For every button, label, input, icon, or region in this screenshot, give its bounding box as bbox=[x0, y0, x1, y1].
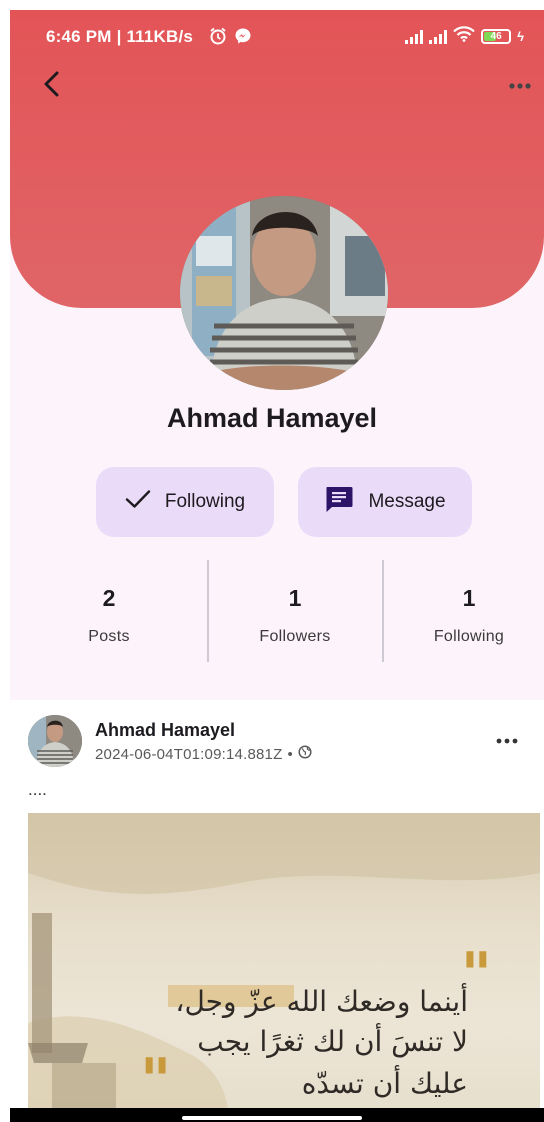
alarm-icon bbox=[208, 26, 228, 51]
wifi-icon bbox=[453, 26, 475, 47]
profile-screen: 6:46 PM | 111KB/s 46 ϟ Ahmad Hamayel Fol… bbox=[0, 0, 544, 1122]
stat-value: 1 bbox=[462, 585, 476, 611]
stat-posts[interactable]: 2 Posts bbox=[34, 585, 184, 646]
home-gesture-handle[interactable] bbox=[182, 1116, 362, 1120]
charging-icon: ϟ bbox=[517, 29, 524, 44]
quote-mark-icon: " bbox=[140, 1046, 172, 1113]
battery-percentage: 46 bbox=[490, 31, 502, 42]
post-options-button[interactable] bbox=[492, 730, 522, 752]
image-quote-line: أينما وضعك الله عزّ وجل، bbox=[175, 985, 468, 1018]
message-button-label: Message bbox=[368, 491, 446, 512]
stat-label: Posts bbox=[88, 628, 130, 645]
signal-icon bbox=[405, 29, 424, 44]
image-quote-line: لا تنسَ أن لك ثغرًا يجب bbox=[197, 1025, 468, 1058]
meta-separator: • bbox=[287, 745, 293, 763]
stat-following[interactable]: 1 Following bbox=[394, 585, 544, 646]
signal-icon-2 bbox=[429, 29, 448, 44]
profile-name: Ahmad Hamayel bbox=[166, 403, 378, 433]
stat-label: Following bbox=[433, 628, 505, 645]
stat-value: 1 bbox=[288, 585, 302, 611]
back-button[interactable] bbox=[36, 70, 68, 102]
status-bar: 6:46 PM | 111KB/s 46 ϟ bbox=[10, 10, 544, 62]
stat-label: Followers bbox=[259, 628, 331, 645]
following-button[interactable]: Following bbox=[96, 467, 274, 537]
more-options-button[interactable] bbox=[506, 74, 534, 98]
stat-value: 2 bbox=[102, 585, 116, 611]
post-meta: 2024-06-04T01:09:14.881Z • bbox=[95, 745, 312, 763]
post-author-avatar[interactable] bbox=[28, 715, 82, 767]
profile-avatar[interactable] bbox=[180, 196, 388, 390]
following-button-label: Following bbox=[164, 491, 246, 512]
post-image[interactable]: " " أينما وضعك الله عزّ وجل، لا تنسَ أن … bbox=[28, 813, 540, 1113]
more-horizontal-icon bbox=[508, 77, 532, 95]
stat-divider bbox=[382, 560, 384, 662]
image-quote-line: عليك أن تسدّه bbox=[301, 1067, 468, 1100]
more-horizontal-icon bbox=[495, 732, 519, 750]
arrow-back-icon bbox=[42, 70, 62, 103]
messenger-icon bbox=[234, 27, 252, 50]
post-timestamp: 2024-06-04T01:09:14.881Z bbox=[95, 745, 283, 763]
stat-followers[interactable]: 1 Followers bbox=[220, 585, 370, 646]
message-button[interactable]: Message bbox=[298, 467, 472, 537]
post-author-name[interactable]: Ahmad Hamayel bbox=[95, 720, 235, 741]
battery-icon: 46 bbox=[481, 29, 512, 44]
status-icons: 46 ϟ bbox=[405, 26, 524, 47]
chat-bubble-icon bbox=[324, 485, 354, 519]
stat-divider bbox=[207, 560, 209, 662]
globe-icon bbox=[298, 745, 312, 763]
post-text: .... bbox=[28, 780, 47, 799]
check-icon bbox=[125, 489, 151, 515]
status-time: 6:46 PM | 111KB/s bbox=[46, 27, 194, 46]
